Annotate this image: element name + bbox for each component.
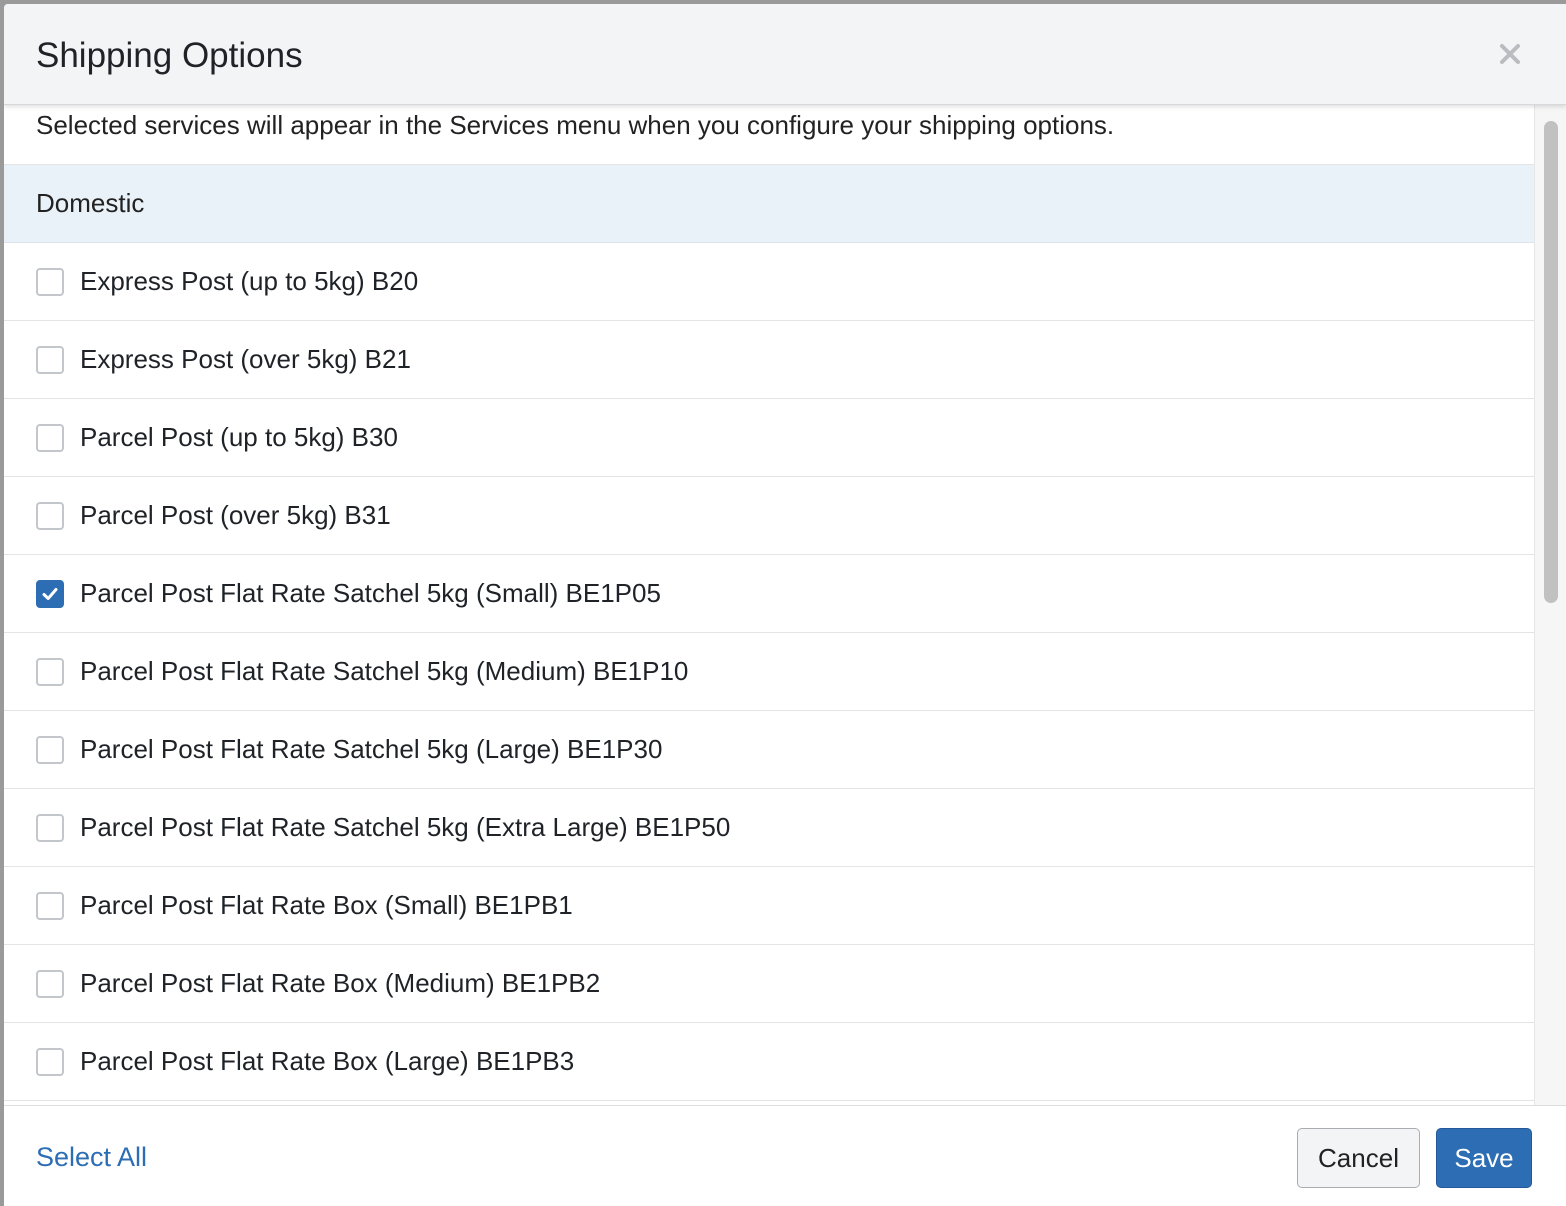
service-checkbox[interactable] [36,969,64,998]
cancel-button[interactable]: Cancel [1297,1128,1420,1188]
scrollbar-thumb[interactable] [1544,121,1558,603]
save-button[interactable]: Save [1436,1128,1532,1188]
service-label: Parcel Post Flat Rate Satchel 5kg (Small… [80,578,661,608]
close-icon [1500,44,1520,64]
service-checkbox[interactable] [36,423,64,452]
scrollbar[interactable] [1534,105,1566,1105]
service-label: Parcel Post Flat Rate Satchel 5kg (Mediu… [80,656,689,686]
service-row[interactable]: Parcel Post Flat Rate Box (Large) BE1PB3 [4,1023,1534,1101]
checkmark-icon [42,587,58,600]
service-checkbox[interactable] [36,891,64,920]
dialog-body[interactable]: Selected services will appear in the Ser… [4,105,1534,1105]
service-checkbox[interactable] [36,657,64,686]
service-label: Parcel Post Flat Rate Satchel 5kg (Large… [80,734,663,764]
service-checkbox[interactable] [36,813,64,842]
service-row[interactable]: Parcel Post Flat Rate Satchel 5kg (Mediu… [4,633,1534,711]
close-button[interactable] [1492,36,1528,72]
service-checkbox[interactable] [36,267,64,296]
service-row[interactable]: Parcel Post Flat Rate Satchel 5kg (Small… [4,555,1534,633]
service-row[interactable]: Parcel Post Flat Rate Satchel 5kg (Extra… [4,789,1534,867]
service-row[interactable]: Express Post (over 5kg) B21 [4,321,1534,399]
service-label: Parcel Post Flat Rate Box (Small) BE1PB1 [80,890,573,920]
service-row[interactable]: Parcel Post Flat Rate Box (Small) BE1PB1 [4,867,1534,945]
service-label: Parcel Post Flat Rate Box (Medium) BE1PB… [80,968,601,998]
service-label: Parcel Post Flat Rate Box (Large) BE1PB3 [80,1046,575,1076]
dialog-intro-text: Selected services will appear in the Ser… [4,105,1534,165]
service-checkbox[interactable] [36,735,64,764]
service-row[interactable]: Parcel Post Flat Rate Box (Medium) BE1PB… [4,945,1534,1023]
service-label: Parcel Post (up to 5kg) B30 [80,422,398,452]
section-domestic: Domestic [4,165,1534,243]
service-label: Express Post (over 5kg) B21 [80,344,411,374]
dialog-header: Shipping Options [4,4,1566,105]
service-checkbox[interactable] [36,345,64,374]
service-checkbox[interactable] [36,579,64,608]
service-label: Parcel Post Flat Rate Satchel 5kg (Extra… [80,812,731,842]
service-label: Parcel Post (over 5kg) B31 [80,500,391,530]
select-all-link[interactable]: Select All [36,1142,147,1173]
service-label: Express Post (up to 5kg) B20 [80,266,419,296]
service-row[interactable]: Express Post (up to 5kg) B20 [4,243,1534,321]
service-row[interactable]: Parcel Post (over 5kg) B31 [4,477,1534,555]
service-list: Express Post (up to 5kg) B20 Express Post… [4,243,1534,1101]
service-row[interactable]: Parcel Post Flat Rate Satchel 5kg (Large… [4,711,1534,789]
shipping-options-dialog: Shipping Options Selected services will … [4,4,1566,1206]
service-row[interactable]: Parcel Post (up to 5kg) B30 [4,399,1534,477]
service-checkbox[interactable] [36,1047,64,1076]
service-checkbox[interactable] [36,501,64,530]
dialog-footer: Select All Cancel Save [4,1105,1566,1206]
dialog-title: Shipping Options [36,36,303,75]
